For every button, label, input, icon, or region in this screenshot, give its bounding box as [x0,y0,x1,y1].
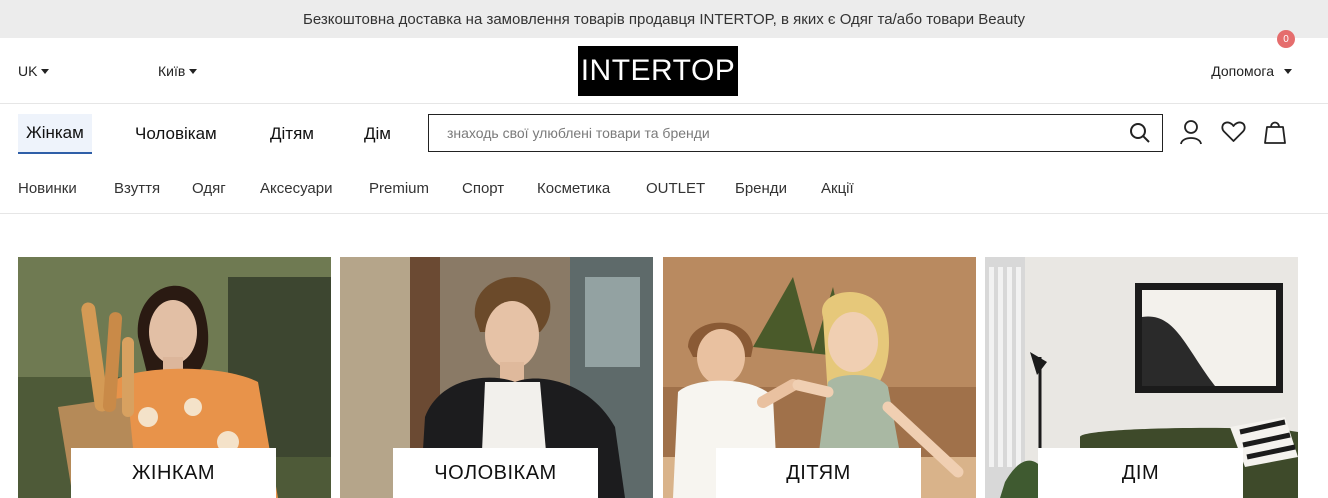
search-button[interactable] [1118,115,1162,151]
category-item[interactable]: Косметика [537,164,610,212]
promo-text: Безкоштовна доставка на замовлення товар… [303,10,1025,28]
language-label: UK [18,63,38,79]
category-card-men[interactable]: ЧОЛОВІКАМ [340,257,653,498]
card-label: ДІМ [1038,448,1243,498]
tab-label: Дім [364,124,391,143]
chevron-down-icon [41,69,50,74]
card-label: ЧОЛОВІКАМ [393,448,598,498]
tab-women[interactable]: Жінкам [18,114,92,154]
tab-home[interactable]: Дім [364,114,391,154]
card-label: ДІТЯМ [716,448,921,498]
wishlist-button[interactable] [1220,118,1246,146]
category-card-women[interactable]: ЖІНКАМ [18,257,331,498]
logo[interactable]: INTERTOP [578,46,738,96]
search-input[interactable] [429,115,1118,151]
category-card-kids[interactable]: ДІТЯМ [663,257,976,498]
tab-label: Чоловікам [135,124,217,143]
city-label: Київ [158,63,186,79]
category-item[interactable]: Акції [821,164,854,212]
chevron-down-icon [189,69,198,74]
header-top: UK Київ INTERTOP Допомога [0,38,1328,104]
category-item[interactable]: Спорт [462,164,504,212]
help-menu[interactable]: Допомога [1211,38,1292,104]
heart-icon [1220,121,1246,142]
search-box [428,114,1163,152]
shopping-bag-icon [1264,121,1286,144]
category-nav: Новинки Взуття Одяг Аксесуари Premium Сп… [0,164,1328,214]
tab-kids[interactable]: Дітям [270,114,314,154]
chevron-down-icon [1284,69,1292,74]
help-label: Допомога [1211,63,1274,79]
search-icon [1130,123,1150,143]
category-item[interactable]: Одяг [192,164,226,212]
category-item[interactable]: Аксесуари [260,164,332,212]
category-item[interactable]: Новинки [18,164,77,212]
card-label: ЖІНКАМ [71,448,276,498]
category-item[interactable]: Premium [369,164,429,212]
category-item[interactable]: Взуття [114,164,160,212]
language-selector[interactable]: UK [18,38,50,104]
header-main: Жінкам Чоловікам Дітям Дім [0,104,1328,164]
tab-label: Дітям [270,124,314,143]
account-button[interactable] [1178,118,1204,146]
city-selector[interactable]: Київ [158,38,198,104]
logo-text: INTERTOP [580,54,736,87]
tab-men[interactable]: Чоловікам [135,114,217,154]
promo-bar: Безкоштовна доставка на замовлення товар… [0,0,1328,38]
category-item[interactable]: OUTLET [646,164,705,212]
category-item[interactable]: Бренди [735,164,787,212]
cart-button[interactable] [1262,118,1288,146]
tab-label: Жінкам [26,123,84,142]
user-icon [1180,120,1202,145]
cart-count-badge: 0 [1277,30,1295,48]
category-card-home[interactable]: ДІМ [985,257,1298,498]
